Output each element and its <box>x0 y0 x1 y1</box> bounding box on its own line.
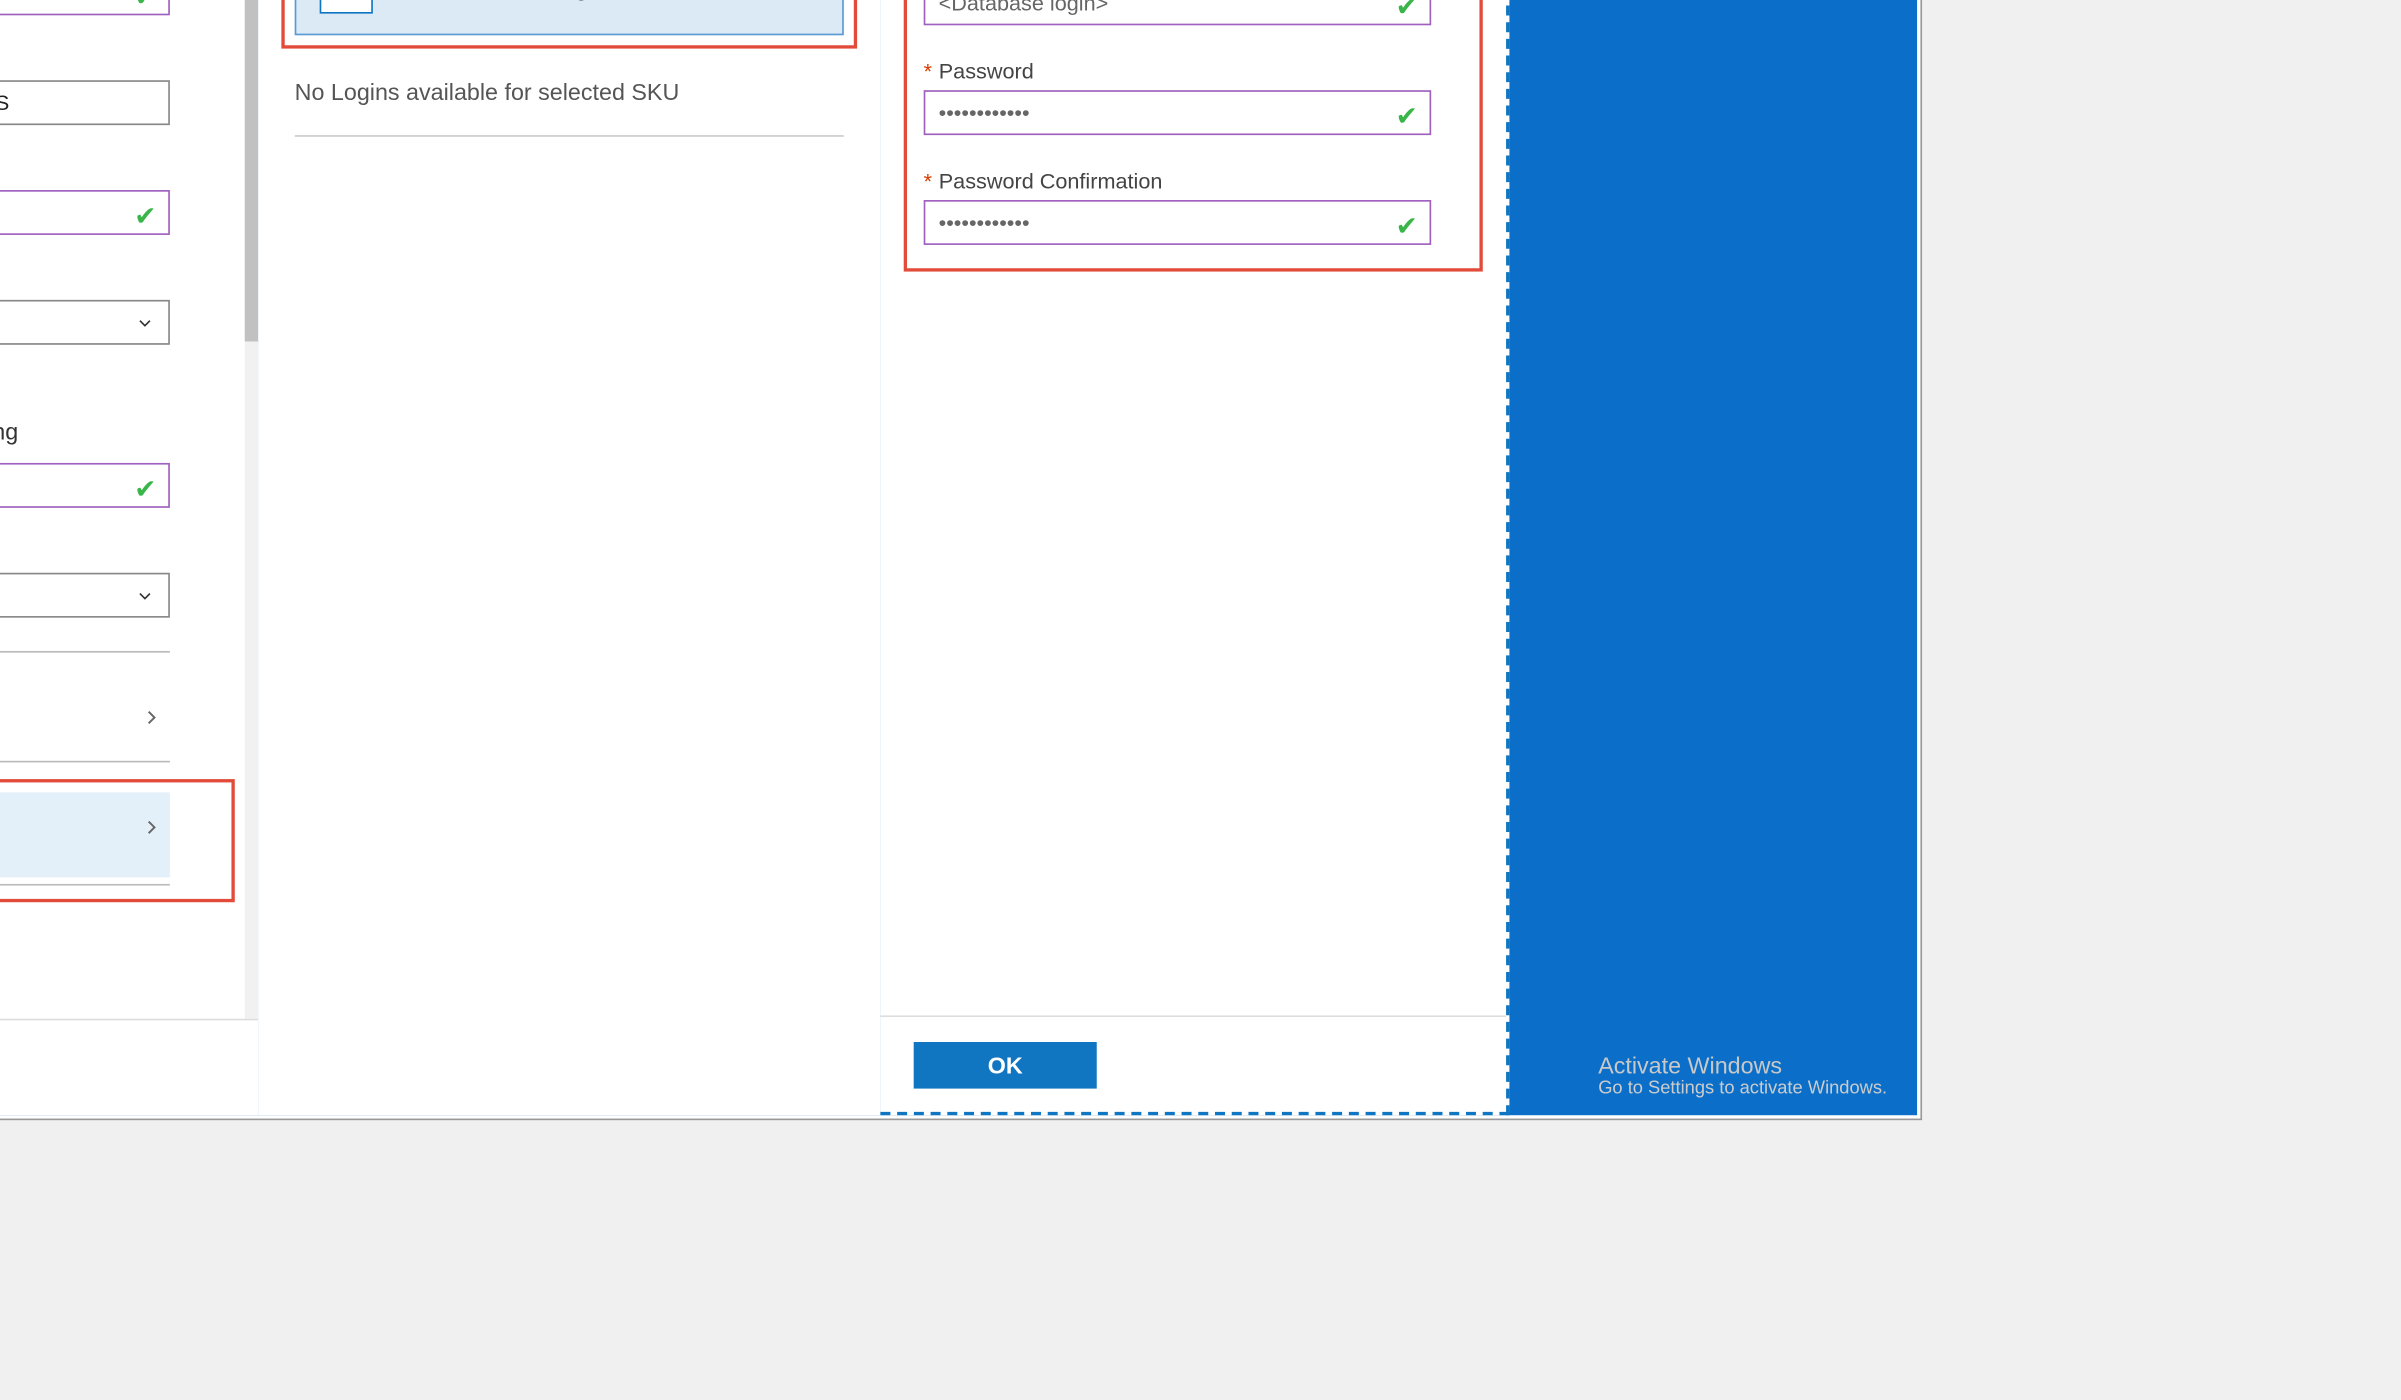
login-nav[interactable]: *Login Configure required settings <box>0 792 170 877</box>
check-icon: ✔ <box>1396 0 1418 24</box>
check-icon: ✔ <box>1396 100 1418 133</box>
chevron-down-icon <box>135 585 155 605</box>
create-new-login-button[interactable]: ＋ Create a new login <box>295 0 844 35</box>
highlight-box: *Login Configure required settings <box>0 779 235 902</box>
plus-icon: ＋ <box>320 0 373 14</box>
database-login-input[interactable] <box>924 0 1432 25</box>
highlight-box: *Database login ✔ *Password ✔ <box>904 0 1483 272</box>
chevron-right-icon <box>140 816 163 839</box>
highlight-box: ＋ Create a new login <box>281 0 857 49</box>
chevron-down-icon <box>135 312 155 332</box>
no-login-text: No Logins available for selected SKU <box>295 79 844 106</box>
sku-nav[interactable]: *SKU Enterprise-HA <box>0 683 170 755</box>
blade3-footer: OK <box>880 1015 1506 1112</box>
check-icon: ✔ <box>134 200 156 233</box>
location-select[interactable]: local <box>0 573 170 618</box>
check-icon: ✔ <box>134 473 156 506</box>
blade-area: Create Database ✕ *Database Name ✔ *Coll… <box>0 0 1917 1115</box>
watermark: Activate Windows Go to Settings to activ… <box>1598 1052 1887 1099</box>
collation-input[interactable] <box>0 80 170 125</box>
blade-select-login: Select a Login ✕ ＋ Create a new login No… <box>258 0 880 1115</box>
login-value: Configure required settings <box>0 834 157 861</box>
divider <box>295 135 844 137</box>
divider <box>0 884 170 886</box>
password-confirmation-label: Password Confirmation <box>939 168 1163 193</box>
blade-create-database: Create Database ✕ *Database Name ✔ *Coll… <box>0 0 258 1115</box>
create-new-login-label: Create a new login <box>400 0 608 1</box>
check-icon: ✔ <box>134 0 156 14</box>
divider <box>0 651 170 653</box>
divider <box>0 761 170 763</box>
chevron-right-icon <box>140 706 163 729</box>
password-input[interactable] <box>924 90 1432 135</box>
blade-new-login: New Login ✕ *Database login ✔ *Password <box>880 0 1509 1115</box>
ok-button[interactable]: OK <box>914 1041 1097 1088</box>
blade1-footer: Create <box>0 1019 258 1116</box>
check-icon: ✔ <box>1396 210 1418 243</box>
password-confirmation-input[interactable] <box>924 200 1432 245</box>
password-label: Password <box>939 59 1034 84</box>
subscription-select[interactable]: All Services <box>0 300 170 345</box>
blade1-scrollbar[interactable] <box>245 0 258 1019</box>
rg-use-existing-radio[interactable]: Use existing <box>0 416 18 446</box>
